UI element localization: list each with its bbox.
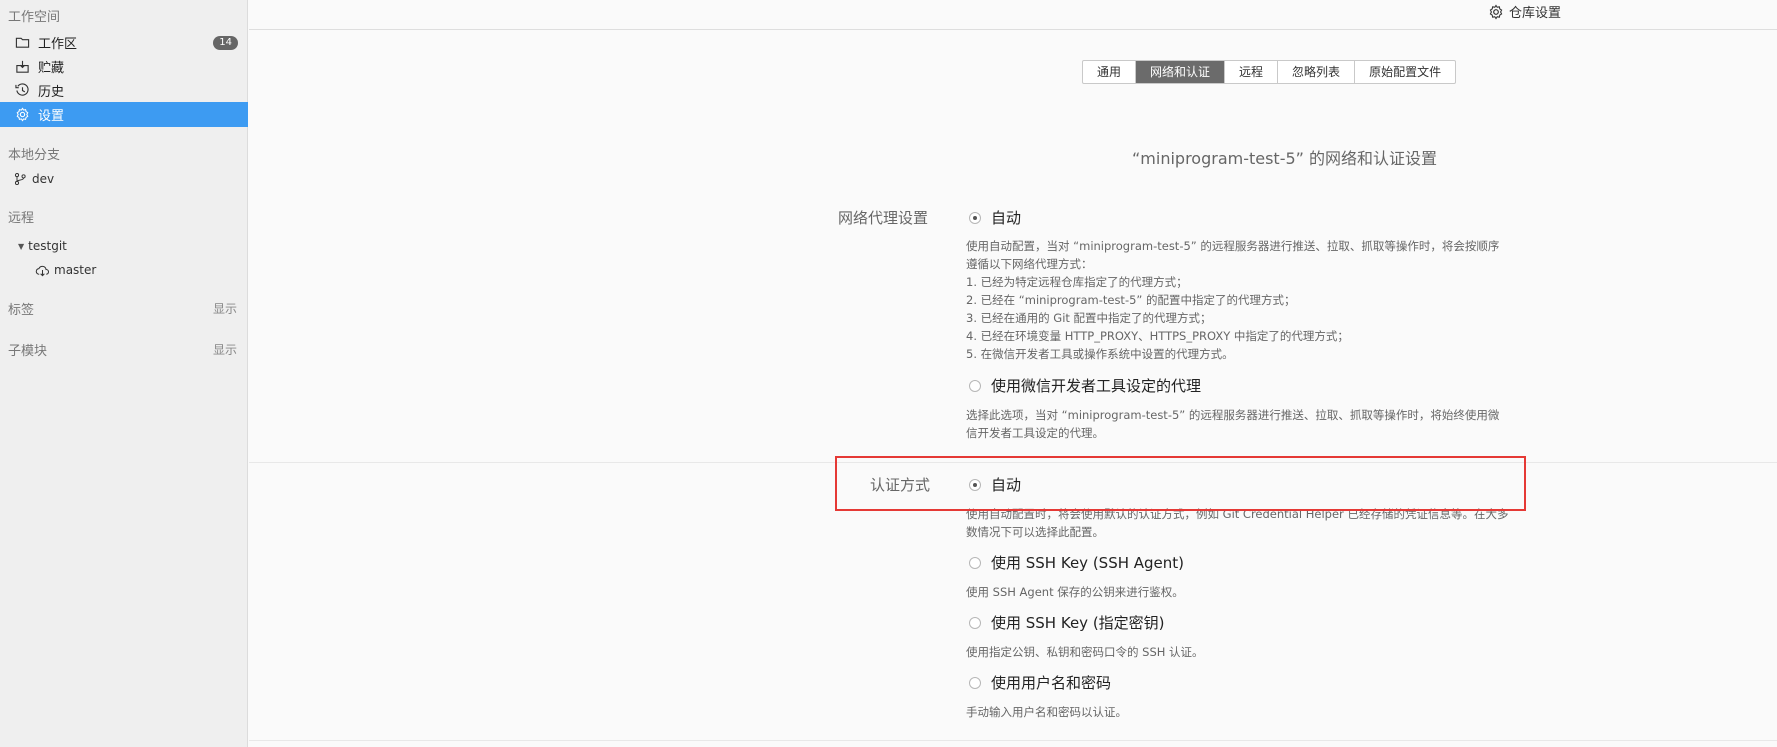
- sidebar-item-workspace[interactable]: 工作区 14: [0, 30, 248, 55]
- submodules-show-toggle[interactable]: 显示: [213, 341, 237, 358]
- annotation-highlight-box: [835, 456, 1526, 511]
- tab-network-auth[interactable]: 网络和认证: [1136, 61, 1226, 83]
- tags-show-toggle[interactable]: 显示: [213, 300, 237, 317]
- desc-line: 遵循以下网络代理方式：: [966, 257, 1093, 271]
- desc-line: 信开发者工具设定的代理。: [966, 426, 1104, 440]
- proxy-option-devtools[interactable]: 使用微信开发者工具设定的代理: [969, 375, 1201, 396]
- desc-line: 使用指定公钥、私钥和密码口令的 SSH 认证。: [966, 645, 1204, 659]
- auth-section-label: 认证方式: [870, 476, 931, 494]
- remote-branch-label: master: [54, 263, 97, 277]
- stash-icon: [13, 59, 31, 75]
- auth-option-ssh-key[interactable]: 使用 SSH Key (指定密钥): [969, 612, 1165, 633]
- radio-button[interactable]: [969, 556, 981, 569]
- remote-label: testgit: [28, 239, 67, 253]
- desc-line: 使用自动配置时，将会使用默认的认证方式，例如 Git Credential He…: [966, 507, 1509, 521]
- header-title: 仓库设置: [1488, 2, 1561, 21]
- option-label: 使用 SSH Key (SSH Agent): [991, 554, 1185, 572]
- gear-icon: [13, 107, 31, 123]
- proxy-option-auto[interactable]: 自动: [969, 207, 1021, 228]
- sidebar-item-label: 工作区: [38, 37, 78, 52]
- auth-ssh-agent-description: 使用 SSH Agent 保存的公钥来进行鉴权。: [966, 583, 1521, 601]
- tab-remote[interactable]: 远程: [1225, 61, 1279, 83]
- desc-line: 3. 已经在通用的 Git 配置中指定了的代理方式；: [966, 311, 1212, 325]
- proxy-section-label: 网络代理设置: [838, 209, 929, 227]
- auth-auto-description: 使用自动配置时，将会使用默认的认证方式，例如 Git Credential He…: [966, 505, 1521, 541]
- workspace-section-title: 工作空间: [8, 10, 61, 25]
- auth-option-username-password[interactable]: 使用用户名和密码: [969, 672, 1111, 693]
- proxy-auto-description: 使用自动配置，当对 “miniprogram-test-5” 的远程服务器进行推…: [966, 237, 1521, 363]
- radio-button[interactable]: [969, 478, 981, 491]
- branch-item-dev[interactable]: dev: [13, 172, 54, 186]
- caret-down-icon: ▼: [18, 241, 25, 251]
- option-label: 自动: [991, 209, 1022, 227]
- gear-icon: [1489, 4, 1503, 19]
- desc-line: 2. 已经在 “miniprogram-test-5” 的配置中指定了的代理方式…: [966, 293, 1296, 307]
- branch-label: dev: [32, 172, 55, 186]
- changes-count-badge: 14: [213, 36, 238, 50]
- radio-button[interactable]: [969, 676, 981, 689]
- tab-general[interactable]: 通用: [1083, 61, 1137, 83]
- settings-tabs: 通用 网络和认证 远程 忽略列表 原始配置文件: [1082, 60, 1457, 84]
- remote-branch-master[interactable]: master: [35, 263, 96, 277]
- option-label: 使用微信开发者工具设定的代理: [991, 377, 1202, 395]
- sidebar-item-history[interactable]: 历史: [0, 78, 248, 103]
- folder-icon: [13, 35, 31, 51]
- tags-section-title: 标签: [8, 303, 35, 318]
- page-title: “miniprogram-test-5” 的网络和认证设置: [1132, 149, 1438, 168]
- radio-button[interactable]: [969, 211, 981, 224]
- sidebar-item-settings[interactable]: 设置: [0, 102, 248, 127]
- remote-section-title: 远程: [8, 211, 35, 226]
- sidebar-item-stash[interactable]: 贮藏: [0, 54, 248, 79]
- remote-item-testgit[interactable]: ▼ testgit: [18, 239, 67, 253]
- section-divider: [249, 740, 1777, 741]
- section-divider: [249, 462, 1777, 463]
- history-icon: [13, 83, 31, 99]
- sidebar-item-label: 贮藏: [38, 61, 65, 76]
- desc-line: 5. 在微信开发者工具或操作系统中设置的代理方式。: [966, 347, 1234, 361]
- desc-line: 数情况下可以选择此配置。: [966, 525, 1104, 539]
- proxy-devtools-description: 选择此选项，当对 “miniprogram-test-5” 的远程服务器进行推送…: [966, 406, 1521, 442]
- radio-button[interactable]: [969, 379, 981, 392]
- desc-line: 1. 已经为特定远程仓库指定了的代理方式；: [966, 275, 1188, 289]
- desc-line: 4. 已经在环境变量 HTTP_PROXY、HTTPS_PROXY 中指定了的代…: [966, 329, 1349, 343]
- option-label: 使用 SSH Key (指定密钥): [991, 614, 1165, 632]
- desc-line: 选择此选项，当对 “miniprogram-test-5” 的远程服务器进行推送…: [966, 408, 1500, 422]
- sidebar-item-label: 历史: [38, 85, 65, 100]
- auth-ssh-key-description: 使用指定公钥、私钥和密码口令的 SSH 认证。: [966, 643, 1521, 661]
- sidebar-item-label: 设置: [38, 109, 65, 124]
- branch-icon: [14, 173, 26, 185]
- local-branch-section-title: 本地分支: [8, 148, 61, 163]
- header-title-text: 仓库设置: [1509, 6, 1562, 21]
- radio-button[interactable]: [969, 616, 981, 629]
- cloud-icon: [35, 265, 50, 277]
- submodules-section-title: 子模块: [8, 344, 48, 359]
- header-bar: 仓库设置: [249, 0, 1777, 30]
- auth-option-auto[interactable]: 自动: [969, 474, 1021, 495]
- desc-line: 使用 SSH Agent 保存的公钥来进行鉴权。: [966, 585, 1184, 599]
- option-label: 使用用户名和密码: [991, 674, 1112, 692]
- option-label: 自动: [991, 476, 1022, 494]
- desc-line: 手动输入用户名和密码以认证。: [966, 705, 1127, 719]
- tab-ignore-list[interactable]: 忽略列表: [1278, 61, 1356, 83]
- tab-raw-config[interactable]: 原始配置文件: [1355, 61, 1455, 83]
- auth-option-ssh-agent[interactable]: 使用 SSH Key (SSH Agent): [969, 552, 1184, 573]
- desc-line: 使用自动配置，当对 “miniprogram-test-5” 的远程服务器进行推…: [966, 239, 1500, 253]
- sidebar: 工作空间 工作区 14 贮藏 历史 设置 本地分支 dev 远程 ▼ testg…: [0, 0, 248, 747]
- auth-username-password-description: 手动输入用户名和密码以认证。: [966, 703, 1521, 721]
